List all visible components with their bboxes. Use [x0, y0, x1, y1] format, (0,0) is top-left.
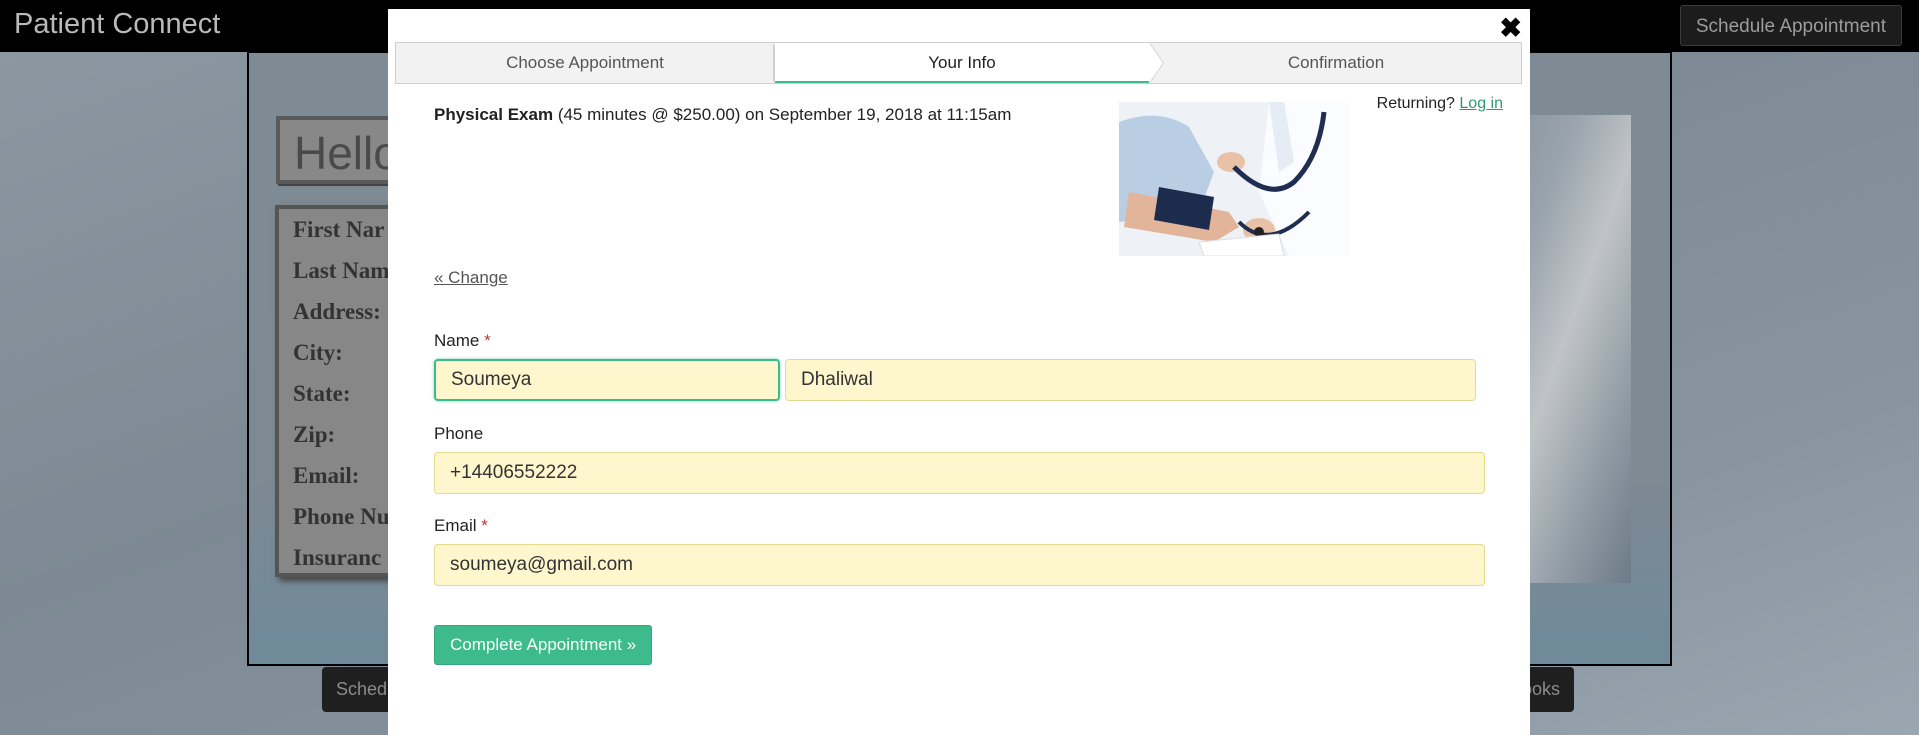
- step-confirmation[interactable]: Confirmation: [1149, 43, 1521, 83]
- email-label-text: Email: [434, 516, 477, 535]
- appointment-summary: Physical Exam (45 minutes @ $250.00) on …: [434, 105, 1011, 125]
- login-link[interactable]: Log in: [1459, 95, 1503, 112]
- bg-label-last-name: Last Nam: [293, 258, 390, 283]
- step-divider: [1149, 43, 1163, 83]
- schedule-appointment-button[interactable]: Schedule Appointment: [1679, 5, 1902, 46]
- bg-label-address: Address:: [293, 299, 381, 324]
- first-name-input[interactable]: [434, 359, 780, 401]
- step-your-info[interactable]: Your Info: [775, 43, 1149, 83]
- service-name: Physical Exam: [434, 105, 554, 124]
- name-label: Name *: [434, 331, 491, 351]
- bg-label-first-name: First Nar: [293, 217, 385, 242]
- email-input[interactable]: [434, 544, 1485, 586]
- change-link[interactable]: « Change: [434, 268, 508, 288]
- email-label: Email *: [434, 516, 488, 536]
- phone-input[interactable]: [434, 452, 1485, 494]
- complete-appointment-button[interactable]: Complete Appointment »: [434, 625, 653, 665]
- service-photo: [1119, 102, 1350, 256]
- returning-text: Returning?: [1376, 95, 1455, 112]
- step-choose-appointment[interactable]: Choose Appointment: [396, 43, 774, 83]
- hello-text: Hello: [294, 127, 399, 179]
- bg-label-email: Email:: [293, 463, 360, 488]
- bg-label-city: City:: [293, 340, 343, 365]
- bg-label-state: State:: [293, 381, 351, 406]
- step-indicator: Choose Appointment Your Info Confirmatio…: [395, 42, 1522, 84]
- close-icon[interactable]: ✖: [1499, 13, 1522, 43]
- service-details: (45 minutes @ $250.00) on September 19, …: [557, 105, 1012, 124]
- last-name-input[interactable]: [785, 359, 1476, 401]
- returning-prompt: Returning? Log in: [1377, 95, 1503, 113]
- required-marker: *: [481, 516, 488, 535]
- bg-label-zip: Zip:: [293, 422, 336, 447]
- appointment-modal: ✖ Choose Appointment Your Info Confirmat…: [388, 9, 1530, 735]
- bg-label-phone: Phone Nu: [293, 504, 390, 529]
- name-label-text: Name: [434, 331, 480, 350]
- phone-label: Phone: [434, 424, 484, 443]
- bg-label-insurance: Insuranc: [293, 545, 382, 570]
- required-marker: *: [484, 331, 491, 350]
- brand-logo[interactable]: Patient Connect: [14, 8, 220, 41]
